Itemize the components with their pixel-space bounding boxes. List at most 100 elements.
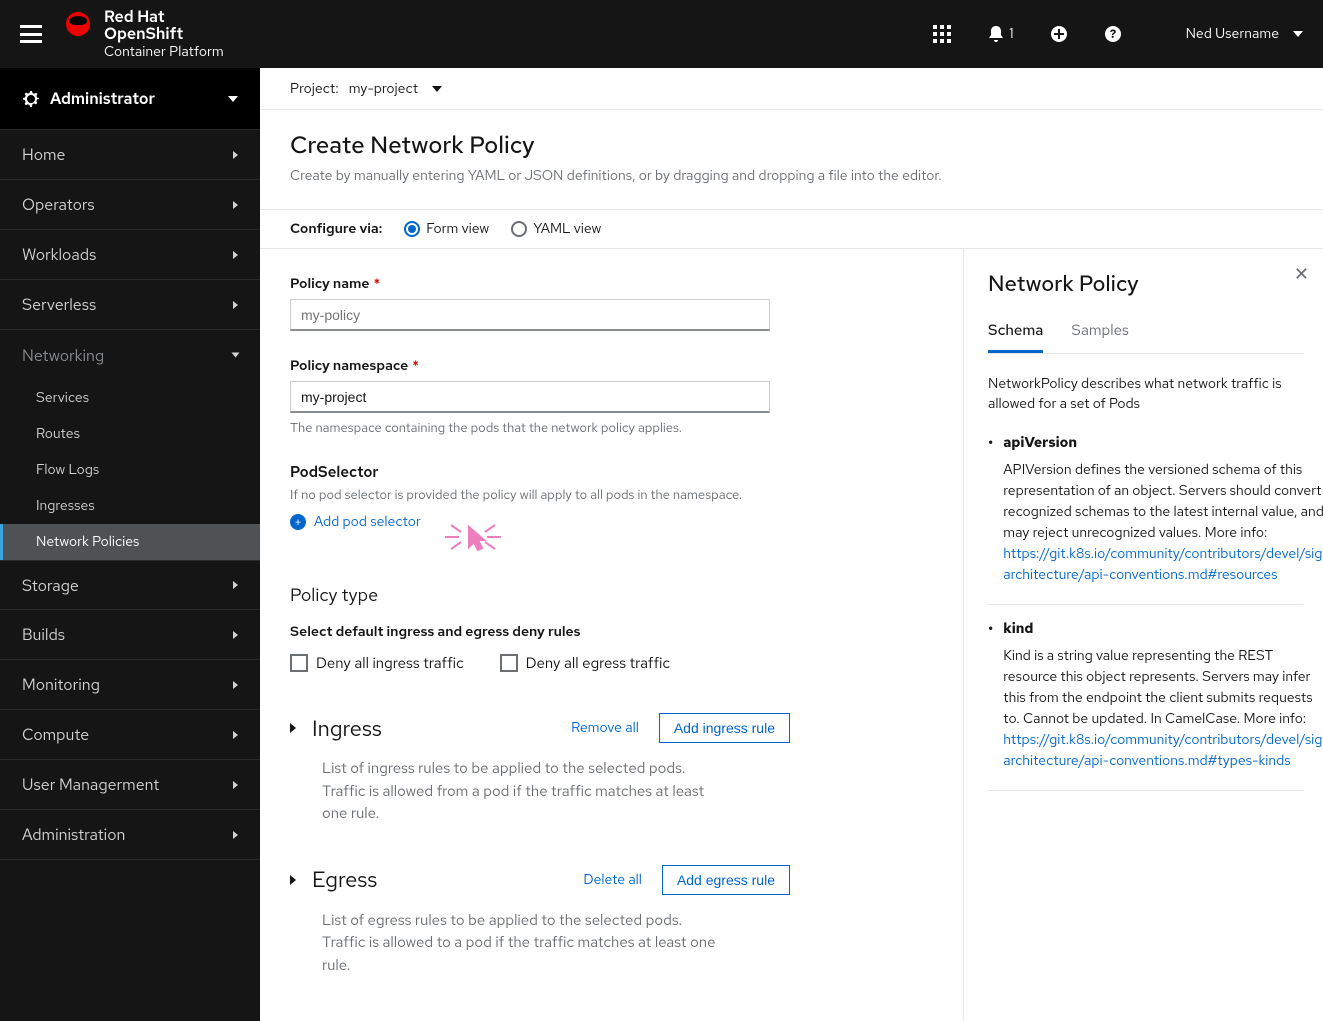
tab-schema[interactable]: Schema: [988, 320, 1043, 353]
chevron-right-icon: [233, 681, 238, 689]
nav-monitoring[interactable]: Monitoring: [0, 660, 260, 710]
chevron-right-icon: [233, 631, 238, 639]
chevron-right-icon: [233, 731, 238, 739]
radio-form-view[interactable]: Form view: [404, 220, 489, 238]
caret-down-icon: [1293, 31, 1303, 37]
perspective-switcher[interactable]: Administrator: [0, 68, 260, 130]
checkbox-icon: [500, 654, 518, 672]
policy-type-heading: Policy type: [290, 584, 933, 607]
egress-section: Egress Delete all Add egress rule List o…: [290, 865, 790, 977]
schema-intro: NetworkPolicy describes what network tra…: [988, 374, 1303, 415]
deny-ingress-checkbox[interactable]: Deny all ingress traffic: [290, 653, 464, 673]
schema-kind-link[interactable]: https://git.k8s.io/community/contributor…: [1003, 731, 1323, 770]
chevron-right-icon: [233, 251, 238, 259]
nav-home[interactable]: Home: [0, 130, 260, 180]
caret-down-icon: [228, 96, 238, 102]
view-label: Configure via:: [290, 220, 382, 238]
radio-yaml-view[interactable]: YAML view: [511, 220, 601, 238]
namespace-help: The namespace containing the pods that t…: [290, 419, 933, 436]
notifications-button[interactable]: 1: [987, 25, 1013, 43]
policy-namespace-input[interactable]: [290, 381, 770, 413]
nav-workloads[interactable]: Workloads: [0, 230, 260, 280]
close-icon[interactable]: ✕: [1294, 263, 1309, 286]
project-value: my-project: [349, 80, 418, 98]
chevron-right-icon[interactable]: [290, 723, 296, 733]
notification-count: 1: [1009, 25, 1013, 43]
schema-panel: ✕ Network Policy Schema Samples NetworkP…: [963, 249, 1323, 1021]
brand: Red Hat OpenShift Container Platform: [66, 8, 224, 61]
delete-all-egress-button[interactable]: Delete all: [583, 871, 642, 889]
podselector-help: If no pod selector is provided the polic…: [290, 486, 933, 503]
brand-line3: Container Platform: [104, 45, 224, 60]
subnav-ingresses[interactable]: Ingresses: [0, 488, 260, 524]
chevron-right-icon: [233, 301, 238, 309]
policy-name-label: Policy name*: [290, 275, 933, 293]
perspective-label: Administrator: [50, 88, 155, 109]
svg-text:?: ?: [1109, 26, 1116, 42]
schema-item-apiversion: apiVersion APIVersion defines the versio…: [988, 433, 1303, 605]
radio-checked-icon: [404, 221, 420, 237]
nav-operators[interactable]: Operators: [0, 180, 260, 230]
nav-storage[interactable]: Storage: [0, 560, 260, 610]
ingress-description: List of ingress rules to be applied to t…: [322, 757, 722, 825]
redhat-icon: [66, 12, 90, 36]
help-icon[interactable]: ?: [1104, 25, 1122, 43]
chevron-right-icon: [233, 781, 238, 789]
chevron-right-icon: [233, 831, 238, 839]
top-bar: Red Hat OpenShift Container Platform 1 ?…: [0, 0, 1323, 68]
nav-serverless[interactable]: Serverless: [0, 280, 260, 330]
project-selector[interactable]: Project: my-project: [260, 68, 1323, 110]
checkbox-icon: [290, 654, 308, 672]
form-panel: Policy name* Policy namespace* The names…: [260, 249, 963, 1021]
tab-samples[interactable]: Samples: [1071, 320, 1128, 353]
nav-user-management[interactable]: User Managerment: [0, 760, 260, 810]
hamburger-menu[interactable]: [20, 25, 42, 43]
caret-down-icon: [432, 86, 442, 92]
nav-builds[interactable]: Builds: [0, 610, 260, 660]
deny-egress-checkbox[interactable]: Deny all egress traffic: [500, 653, 670, 673]
chevron-right-icon: [233, 151, 238, 159]
project-label: Project:: [290, 80, 339, 98]
schema-panel-title: Network Policy: [988, 269, 1303, 298]
schema-apiversion-link[interactable]: https://git.k8s.io/community/contributor…: [1003, 545, 1323, 584]
subnav-services[interactable]: Services: [0, 380, 260, 416]
user-menu[interactable]: Ned Username: [1186, 25, 1303, 43]
deny-rules-label: Select default ingress and egress deny r…: [290, 623, 933, 641]
chevron-right-icon: [233, 201, 238, 209]
add-pod-selector-button[interactable]: + Add pod selector: [290, 513, 421, 531]
subnav-network-policies[interactable]: Network Policies: [0, 524, 260, 560]
chevron-right-icon[interactable]: [290, 875, 296, 885]
main-content: Project: my-project Create Network Polic…: [260, 68, 1323, 1021]
subnav-flow-logs[interactable]: Flow Logs: [0, 452, 260, 488]
username: Ned Username: [1186, 25, 1279, 43]
gear-icon: [22, 90, 40, 108]
nav-networking[interactable]: Networking: [0, 330, 260, 380]
brand-line2: OpenShift: [104, 25, 224, 43]
nav-administration[interactable]: Administration: [0, 810, 260, 860]
apps-grid-icon[interactable]: [933, 25, 951, 43]
nav-compute[interactable]: Compute: [0, 710, 260, 760]
cursor-click-icon: [441, 517, 505, 562]
add-egress-rule-button[interactable]: Add egress rule: [662, 865, 790, 895]
ingress-title: Ingress: [312, 714, 382, 743]
policy-namespace-label: Policy namespace*: [290, 357, 933, 375]
subnav-routes[interactable]: Routes: [0, 416, 260, 452]
page-subtitle: Create by manually entering YAML or JSON…: [290, 167, 1293, 185]
view-selector: Configure via: Form view YAML view: [260, 209, 1323, 249]
policy-name-input[interactable]: [290, 299, 770, 331]
chevron-right-icon: [233, 581, 238, 589]
egress-description: List of egress rules to be applied to th…: [322, 909, 722, 977]
plus-circle-icon[interactable]: [1050, 25, 1068, 43]
chevron-down-icon: [232, 353, 240, 358]
plus-circle-icon: +: [290, 514, 306, 530]
add-ingress-rule-button[interactable]: Add ingress rule: [659, 713, 790, 743]
radio-unchecked-icon: [511, 221, 527, 237]
sidebar: Administrator Home Operators Workloads S…: [0, 68, 260, 1021]
remove-all-ingress-button[interactable]: Remove all: [571, 719, 639, 737]
schema-item-kind: kind Kind is a string value representing…: [988, 619, 1303, 791]
podselector-heading: PodSelector: [290, 462, 933, 482]
bell-icon: [987, 25, 1005, 43]
egress-title: Egress: [312, 865, 377, 894]
ingress-section: Ingress Remove all Add ingress rule List…: [290, 713, 790, 825]
page-title: Create Network Policy: [290, 130, 1293, 161]
